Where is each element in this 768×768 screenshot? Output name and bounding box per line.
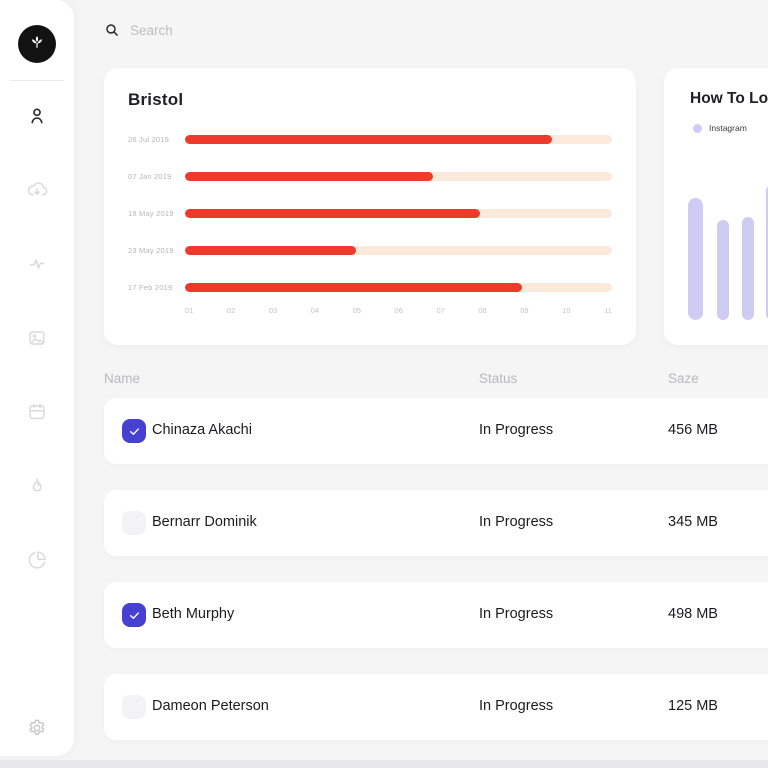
bristol-bar-fill <box>185 172 433 181</box>
row-checkbox[interactable] <box>122 511 146 535</box>
sidebar-item-stats[interactable] <box>26 551 48 573</box>
instagram-card: How To Lo Instagram <box>664 68 768 345</box>
pie-chart-icon <box>26 549 48 576</box>
sidebar-item-profile[interactable] <box>26 107 48 129</box>
bristol-row-label: 07 Jan 2019 <box>128 172 185 181</box>
cell-status: In Progress <box>479 606 553 622</box>
calendar-icon <box>26 401 48 428</box>
bristol-bar-track <box>185 246 612 255</box>
seedling-icon <box>26 31 48 58</box>
bristol-rows: 26 Jul 2019 07 Jan 2019 18 May 2019 23 May … <box>128 135 612 292</box>
bristol-bar-fill <box>185 135 552 144</box>
bristol-row-label: 17 Feb 2019 <box>128 283 185 292</box>
column-header-status: Status <box>479 371 517 386</box>
instagram-bar <box>742 217 754 320</box>
x-axis-tick: 07 <box>436 306 444 315</box>
sidebar-item-activity[interactable] <box>26 255 48 277</box>
check-icon <box>128 609 141 622</box>
sidebar-item-popular[interactable] <box>26 477 48 499</box>
x-axis-tick: 09 <box>520 306 528 315</box>
bristol-bar-track <box>185 209 612 218</box>
bristol-row: 07 Jan 2019 <box>128 172 612 181</box>
bristol-bar-track <box>185 135 612 144</box>
bristol-row: 17 Feb 2019 <box>128 283 612 292</box>
x-axis-tick: 10 <box>562 306 570 315</box>
image-icon <box>26 327 48 354</box>
bristol-row-label: 23 May 2019 <box>128 246 185 255</box>
instagram-plot <box>664 185 768 320</box>
sidebar-divider <box>10 80 64 81</box>
instagram-bar <box>688 198 703 320</box>
sidebar-item-calendar[interactable] <box>26 403 48 425</box>
x-axis-tick: 11 <box>604 306 612 315</box>
cell-status: In Progress <box>479 422 553 438</box>
app-logo[interactable] <box>18 25 56 63</box>
flame-icon <box>26 475 48 502</box>
cell-size: 345 MB <box>668 514 718 530</box>
gear-icon <box>26 717 48 744</box>
bristol-row-label: 18 May 2019 <box>128 209 185 218</box>
bristol-x-axis: 01 02 03 04 05 06 07 08 09 10 11 <box>185 306 612 315</box>
bristol-row: 23 May 2019 <box>128 246 612 255</box>
x-axis-tick: 08 <box>478 306 486 315</box>
bristol-bar-fill <box>185 246 356 255</box>
x-axis-tick: 04 <box>311 306 319 315</box>
bottom-strip <box>0 760 768 768</box>
bristol-row-label: 26 Jul 2019 <box>128 135 185 144</box>
x-axis-tick: 01 <box>185 306 193 315</box>
instagram-legend: Instagram <box>693 123 747 133</box>
bristol-row: 26 Jul 2019 <box>128 135 612 144</box>
cell-size: 125 MB <box>668 698 718 714</box>
search-icon[interactable] <box>104 22 120 38</box>
row-checkbox[interactable] <box>122 603 146 627</box>
legend-label: Instagram <box>709 123 747 133</box>
sidebar-item-uploads[interactable] <box>26 181 48 203</box>
bristol-bar-track <box>185 172 612 181</box>
topbar <box>104 18 350 42</box>
cell-size: 456 MB <box>668 422 718 438</box>
x-axis-tick: 02 <box>227 306 235 315</box>
cell-status: In Progress <box>479 514 553 530</box>
bristol-card: Bristol 26 Jul 2019 07 Jan 2019 18 May 201… <box>104 68 636 345</box>
cloud-download-icon <box>26 179 48 206</box>
sidebar-nav <box>0 107 74 573</box>
table-row[interactable]: Beth Murphy In Progress 498 MB <box>104 582 768 648</box>
bristol-bar-fill <box>185 209 480 218</box>
bristol-bar-track <box>185 283 612 292</box>
bristol-row: 18 May 2019 <box>128 209 612 218</box>
x-axis-tick: 06 <box>395 306 403 315</box>
user-icon <box>26 105 48 132</box>
instagram-bar <box>717 220 729 320</box>
activity-icon <box>26 253 48 280</box>
column-header-name: Name <box>104 371 140 386</box>
cell-size: 498 MB <box>668 606 718 622</box>
cell-name: Chinaza Akachi <box>152 422 252 438</box>
sidebar <box>0 0 74 756</box>
bristol-bar-fill <box>185 283 522 292</box>
table-row[interactable]: Bernarr Dominik In Progress 345 MB <box>104 490 768 556</box>
legend-dot-icon <box>693 124 702 133</box>
cell-name: Beth Murphy <box>152 606 234 622</box>
bristol-card-title: Bristol <box>128 90 183 110</box>
check-icon <box>128 425 141 438</box>
row-checkbox[interactable] <box>122 695 146 719</box>
cell-status: In Progress <box>479 698 553 714</box>
table-row[interactable]: Dameon Peterson In Progress 125 MB <box>104 674 768 740</box>
search-input[interactable] <box>130 23 350 38</box>
row-checkbox[interactable] <box>122 419 146 443</box>
instagram-card-title: How To Lo <box>690 90 768 108</box>
cell-name: Bernarr Dominik <box>152 514 257 530</box>
x-axis-tick: 05 <box>353 306 361 315</box>
table-row[interactable]: Chinaza Akachi In Progress 456 MB <box>104 398 768 464</box>
x-axis-tick: 03 <box>269 306 277 315</box>
column-header-size: Saze <box>668 371 699 386</box>
sidebar-item-gallery[interactable] <box>26 329 48 351</box>
sidebar-item-settings[interactable] <box>26 719 48 741</box>
cell-name: Dameon Peterson <box>152 698 269 714</box>
